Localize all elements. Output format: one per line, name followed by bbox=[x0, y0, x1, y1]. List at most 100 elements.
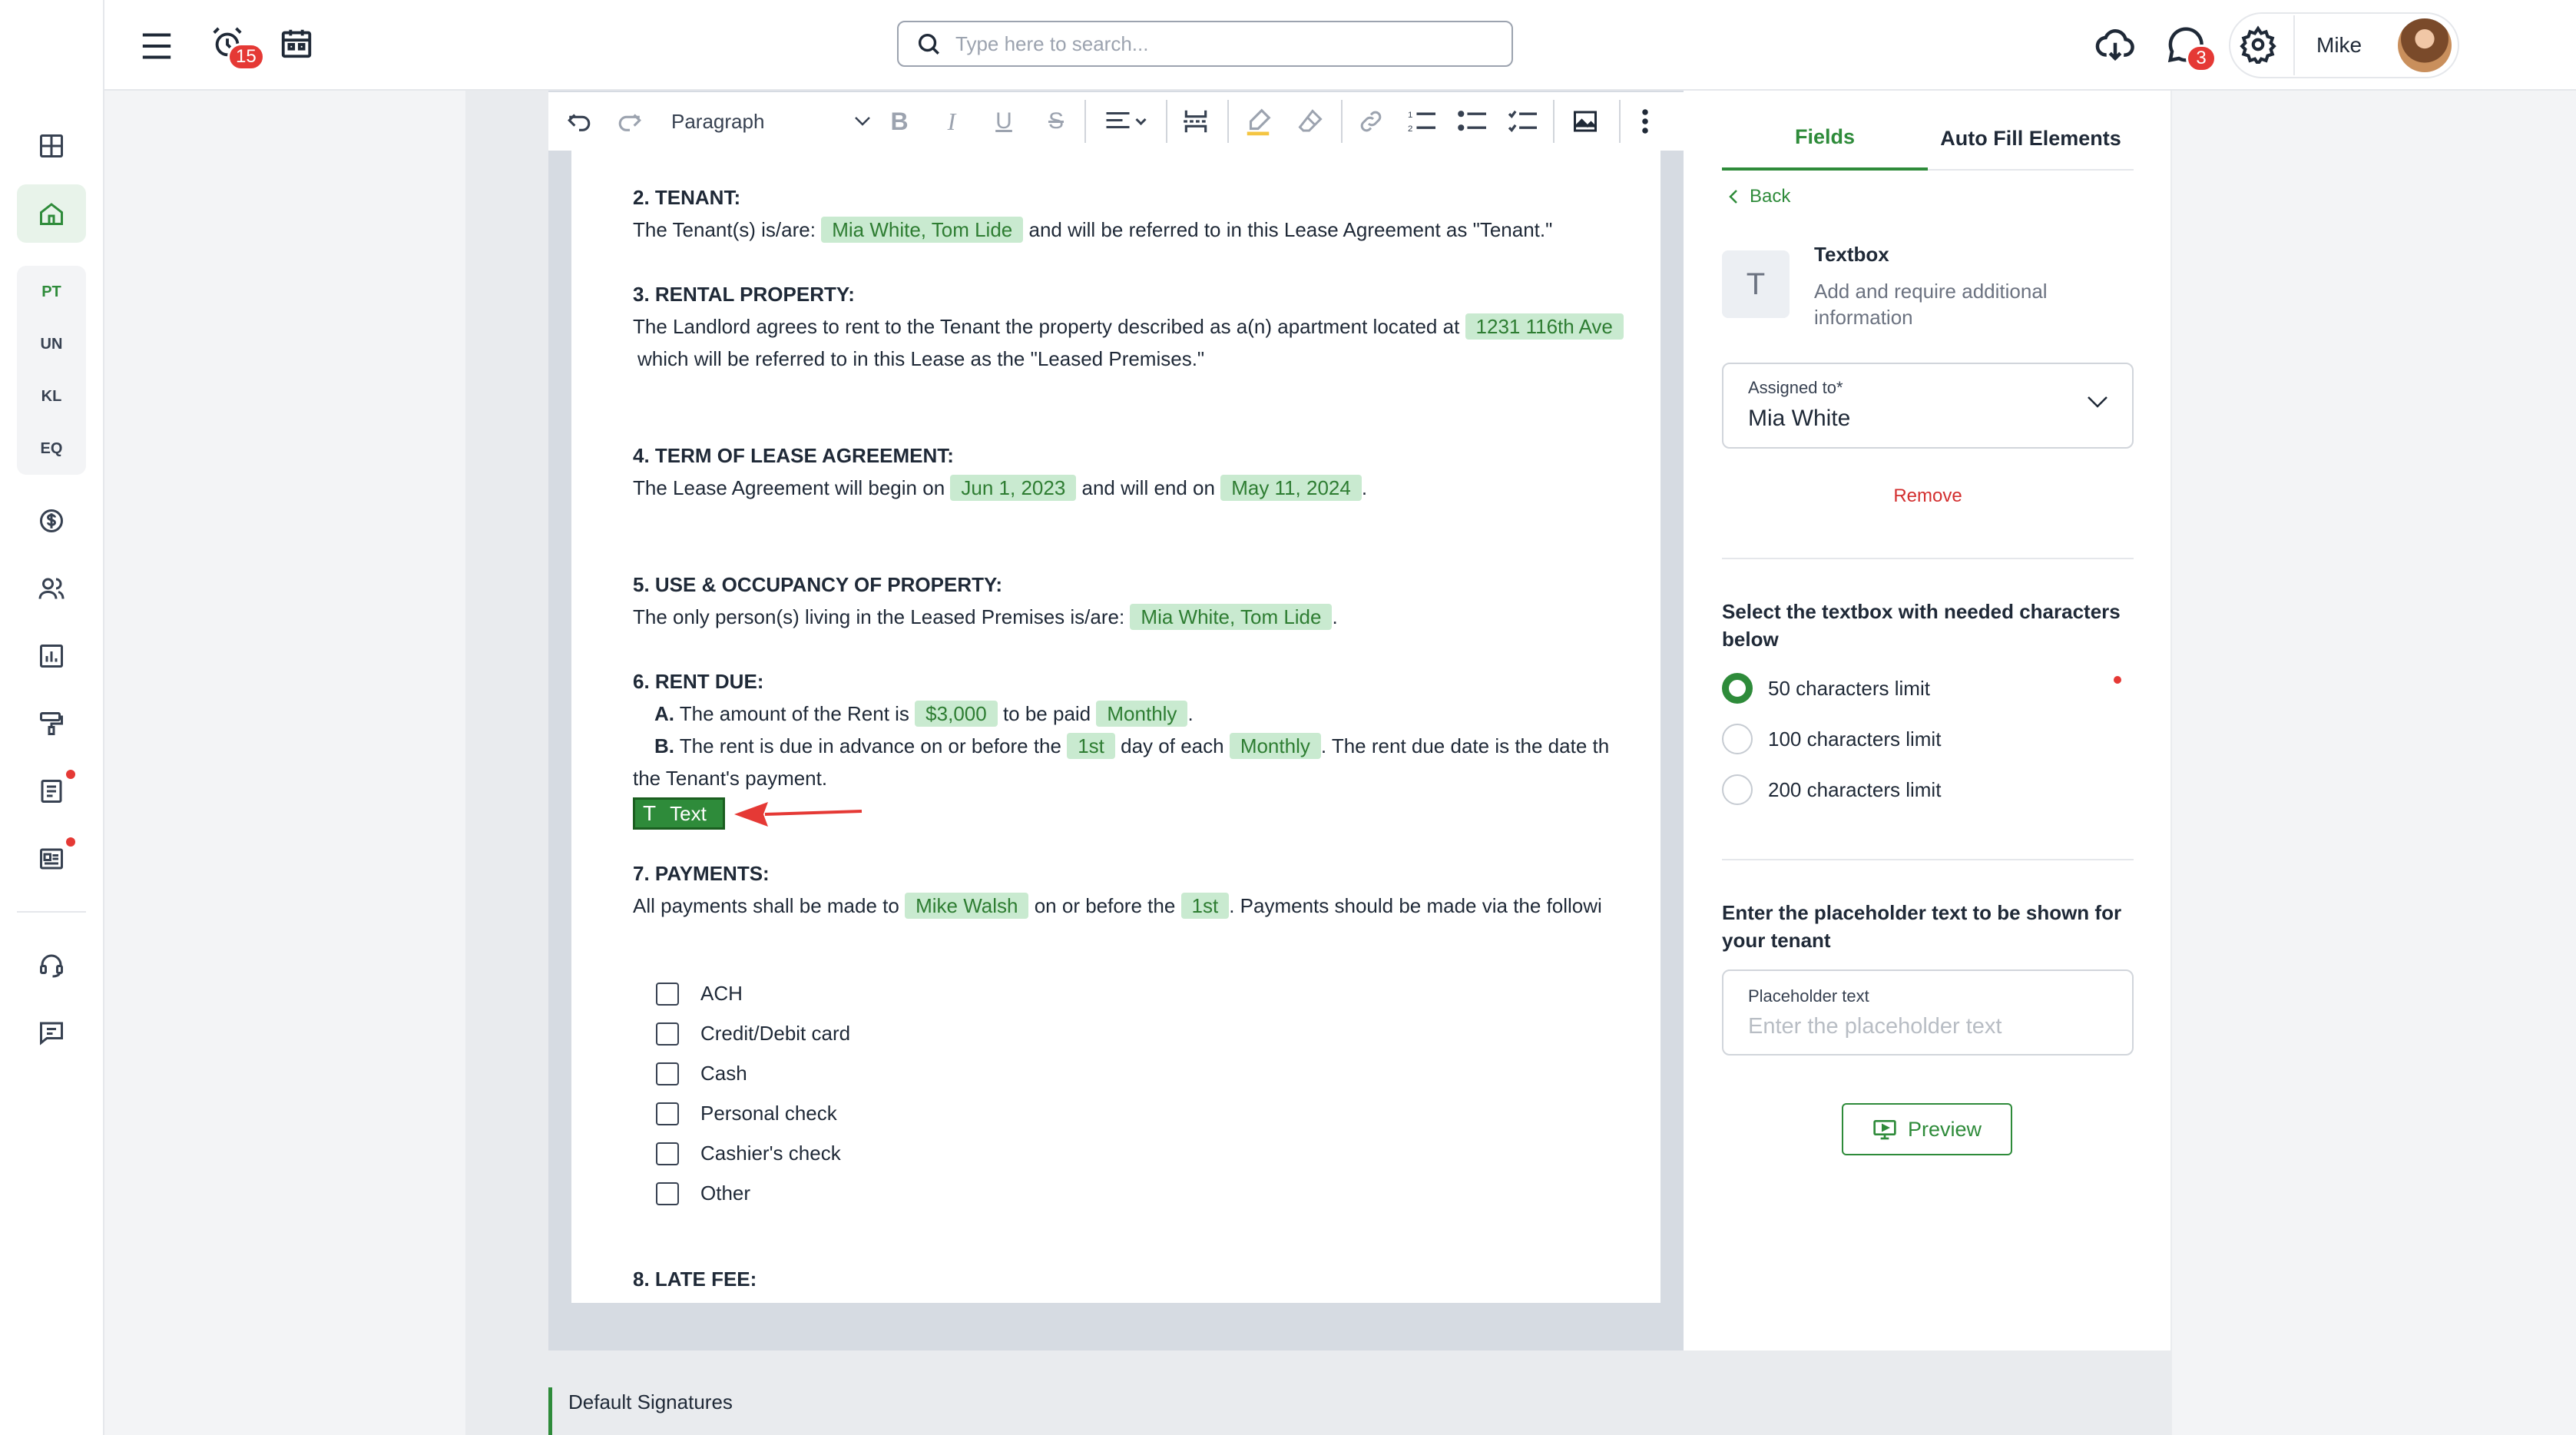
sidebar-item-home[interactable] bbox=[17, 184, 86, 243]
sidebar-item-payments[interactable] bbox=[17, 492, 86, 550]
back-link[interactable]: Back bbox=[1728, 186, 1790, 207]
redo-button[interactable] bbox=[610, 92, 650, 151]
underline-button[interactable]: U bbox=[985, 92, 1023, 151]
sidebar-item-un[interactable]: UN bbox=[17, 318, 86, 370]
italic-button[interactable]: I bbox=[932, 92, 971, 151]
tab-fields[interactable]: Fields bbox=[1722, 106, 1928, 171]
calendar-icon bbox=[281, 29, 312, 58]
payment-option-cash[interactable]: Cash bbox=[656, 1062, 747, 1085]
back-label: Back bbox=[1750, 186, 1791, 207]
textbox-field-chip[interactable]: T Text bbox=[633, 797, 725, 830]
placeholder-text-field[interactable]: Placeholder text bbox=[1722, 969, 2134, 1056]
checkbox[interactable] bbox=[656, 1102, 679, 1125]
radio-button[interactable] bbox=[1722, 724, 1753, 754]
checkbox[interactable] bbox=[656, 1181, 679, 1205]
align-button[interactable] bbox=[1095, 92, 1157, 151]
messages-button[interactable]: 3 bbox=[2163, 22, 2217, 72]
field-tag[interactable]: Monthly bbox=[1229, 733, 1321, 759]
preview-label: Preview bbox=[1907, 1117, 1982, 1141]
placeholder-text-input[interactable] bbox=[1748, 1014, 2101, 1039]
field-tag[interactable]: 1231 116th Ave bbox=[1465, 313, 1624, 340]
sidebar-item-eq[interactable]: EQ bbox=[17, 423, 86, 475]
field-tag[interactable]: Jun 1, 2023 bbox=[950, 475, 1077, 501]
field-tag[interactable]: May 11, 2024 bbox=[1220, 475, 1362, 501]
page-break-button[interactable] bbox=[1175, 92, 1217, 151]
field-tag[interactable]: Mia White, Tom Lide bbox=[1130, 604, 1333, 630]
sidebar-item-dashboard[interactable] bbox=[17, 117, 86, 175]
default-signatures-heading[interactable]: Default Signatures bbox=[568, 1390, 733, 1414]
checkbox-label: Credit/Debit card bbox=[700, 1022, 851, 1045]
bullet-list-button[interactable] bbox=[1452, 92, 1493, 151]
sidebar-item-reports[interactable] bbox=[17, 627, 86, 685]
checkbox[interactable] bbox=[656, 1062, 679, 1085]
tab-auto-fill-elements[interactable]: Auto Fill Elements bbox=[1928, 106, 2134, 171]
textbox-field-label: Text bbox=[670, 801, 707, 825]
payment-option-card[interactable]: Credit/Debit card bbox=[656, 1022, 850, 1046]
sidebar-item-listings[interactable] bbox=[17, 830, 86, 888]
paragraph-style-select[interactable]: Paragraph bbox=[671, 92, 871, 151]
chevron-left-icon bbox=[1729, 190, 1737, 204]
paragraph: B. The rent is due in advance on or befo… bbox=[654, 730, 1609, 762]
text: to be paid bbox=[1002, 702, 1091, 725]
highlight-button[interactable] bbox=[1237, 92, 1280, 151]
sidebar-item-messages[interactable] bbox=[17, 1003, 86, 1062]
download-button[interactable] bbox=[2092, 22, 2138, 68]
radio-button[interactable] bbox=[1722, 673, 1753, 704]
field-tag[interactable]: 1st bbox=[1067, 733, 1115, 759]
list-marker: A. bbox=[654, 702, 674, 725]
bold-button[interactable]: B bbox=[880, 92, 919, 151]
text: The amount of the Rent is bbox=[679, 702, 909, 725]
lease-document[interactable]: 2. TENANT: The Tenant(s) is/are: Mia Whi… bbox=[571, 151, 1660, 1303]
field-tag[interactable]: Monthly bbox=[1096, 701, 1188, 727]
payment-option-other[interactable]: Other bbox=[656, 1181, 750, 1205]
radio-50-chars[interactable]: 50 characters limit bbox=[1722, 673, 1930, 704]
assigned-to-select[interactable]: Assigned to* Mia White bbox=[1722, 363, 2134, 449]
calendar-button[interactable] bbox=[275, 22, 318, 65]
undo-button[interactable] bbox=[559, 92, 599, 151]
checkbox-label: Personal check bbox=[700, 1102, 837, 1125]
text: The Tenant(s) is/are: bbox=[633, 218, 816, 241]
page-break-icon bbox=[1184, 110, 1208, 133]
field-tag[interactable]: $3,000 bbox=[915, 701, 998, 727]
checkbox[interactable] bbox=[656, 1142, 679, 1165]
toolbar-divider bbox=[1227, 100, 1229, 143]
alarm-button[interactable]: 15 bbox=[206, 22, 265, 71]
checklist-icon bbox=[1508, 110, 1537, 132]
preview-button[interactable]: Preview bbox=[1842, 1103, 2012, 1155]
remove-button[interactable]: Remove bbox=[1722, 486, 2134, 507]
search-input[interactable]: Type here to search... bbox=[897, 21, 1513, 67]
link-button[interactable] bbox=[1350, 92, 1392, 151]
payment-option-cashiers-check[interactable]: Cashier's check bbox=[656, 1142, 841, 1165]
sidebar-item-pt[interactable]: PT bbox=[17, 266, 86, 318]
numbered-list-button[interactable]: 12 bbox=[1401, 92, 1442, 151]
sidebar-item-support[interactable] bbox=[17, 936, 86, 994]
radio-100-chars[interactable]: 100 characters limit bbox=[1722, 724, 1941, 754]
sidebar-item-people[interactable] bbox=[17, 559, 86, 618]
more-options-button[interactable] bbox=[1628, 92, 1662, 151]
payment-option-ach[interactable]: ACH bbox=[656, 982, 743, 1006]
home-icon bbox=[40, 203, 63, 225]
text: The Lease Agreement will begin on bbox=[633, 476, 945, 499]
field-tag[interactable]: 1st bbox=[1180, 893, 1230, 919]
checkbox[interactable] bbox=[656, 982, 679, 1006]
menu-button[interactable] bbox=[135, 25, 178, 68]
radio-200-chars[interactable]: 200 characters limit bbox=[1722, 774, 1941, 805]
insert-image-button[interactable] bbox=[1562, 92, 1608, 151]
clear-format-button[interactable] bbox=[1289, 92, 1332, 151]
payment-option-personal-check[interactable]: Personal check bbox=[656, 1102, 837, 1125]
sidebar-item-documents[interactable] bbox=[17, 762, 86, 820]
radio-label: 100 characters limit bbox=[1768, 727, 1942, 751]
sidebar-item-kl[interactable]: KL bbox=[17, 370, 86, 423]
field-tag[interactable]: Mike Walsh bbox=[905, 893, 1029, 919]
paragraph: the Tenant's payment. bbox=[633, 767, 828, 790]
sidebar-item-maintenance[interactable] bbox=[17, 694, 86, 753]
user-menu[interactable]: Mike bbox=[2229, 12, 2459, 78]
checkbox[interactable] bbox=[656, 1022, 679, 1046]
notification-dot bbox=[66, 837, 75, 847]
radio-button[interactable] bbox=[1722, 774, 1753, 805]
checklist-button[interactable] bbox=[1502, 92, 1544, 151]
strikethrough-button[interactable]: S bbox=[1037, 92, 1075, 151]
field-tag[interactable]: Mia White, Tom Lide bbox=[821, 217, 1024, 243]
radio-label: 200 characters limit bbox=[1768, 777, 1942, 801]
textbox-type-icon: T bbox=[1722, 250, 1790, 318]
